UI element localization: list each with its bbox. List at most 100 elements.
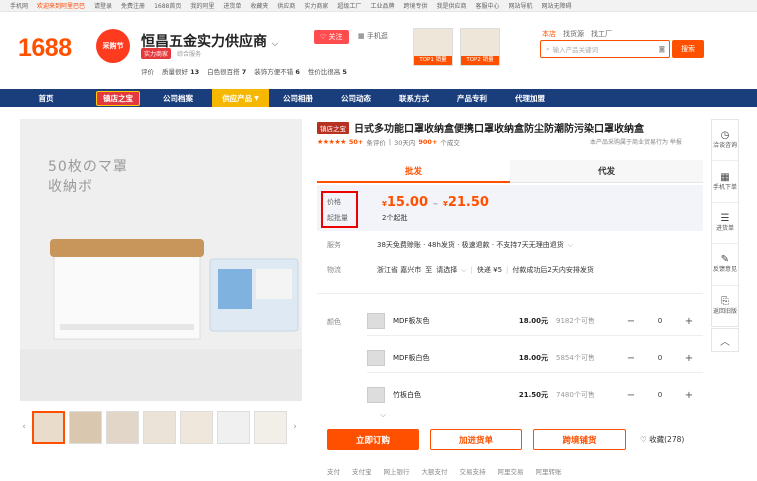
topbar-link[interactable]: 进货单: [223, 1, 241, 10]
shop-service[interactable]: 综合服务: [177, 49, 201, 58]
follow-button[interactable]: ♡ 关注: [314, 30, 349, 44]
topbar-link[interactable]: 网站导航: [509, 1, 533, 10]
topbar-link[interactable]: 1688首页: [154, 1, 181, 10]
camera-icon[interactable]: ◙: [659, 45, 665, 53]
nav-item-contact[interactable]: 联系方式: [385, 89, 443, 107]
topbar-link[interactable]: 我的阿里: [190, 1, 214, 10]
favorite-button[interactable]: ♡ 收藏(278): [640, 434, 684, 445]
sidebar-item-feedback[interactable]: ✎ 反馈意见: [712, 244, 738, 286]
search-input[interactable]: ⌕ 输入产品关键词 ◙: [540, 40, 670, 58]
thumbnail[interactable]: [32, 410, 65, 444]
report-link[interactable]: 本产品采购属于商业贸易行为 举报: [590, 137, 682, 146]
nav-item-profile[interactable]: 公司档案: [144, 89, 212, 107]
sidebar-item-cart[interactable]: ☰ 进货单: [712, 203, 738, 245]
topbar-link[interactable]: 我是供应商: [436, 1, 466, 10]
thumbnail[interactable]: [69, 410, 102, 444]
moq-value: 2个起批: [382, 214, 408, 222]
logistics-label: 物流: [327, 266, 341, 274]
quantity-input[interactable]: 0: [639, 317, 681, 325]
award-badge[interactable]: TOP1 销量: [413, 28, 453, 66]
minus-icon[interactable]: −: [623, 316, 639, 327]
plus-icon[interactable]: +: [681, 390, 697, 401]
logistics-row: 物流 浙江省 嘉兴市 至 请选择 ⌵ | 快递 ¥5 | 付款成功后2天内安排发…: [327, 265, 594, 275]
nav-item-agency[interactable]: 代理加盟: [501, 89, 559, 107]
topbar-link[interactable]: 超级工厂: [337, 1, 361, 10]
topbar-link[interactable]: 实力商家: [304, 1, 328, 10]
thumbnail[interactable]: [254, 410, 287, 444]
quantity-stepper: − 0 +: [623, 316, 697, 327]
search-tab[interactable]: 本店: [542, 29, 556, 39]
award-badge[interactable]: TOP2 销量: [460, 28, 500, 66]
topbar-link[interactable]: 收藏夹: [250, 1, 268, 10]
logistics-destination[interactable]: 请选择: [436, 265, 457, 275]
topbar-link[interactable]: 网站无障碍: [542, 1, 572, 10]
topbar-link[interactable]: 请登录: [94, 1, 112, 10]
thumbnail[interactable]: [106, 410, 139, 444]
nav-item-home[interactable]: 首页: [0, 89, 92, 107]
variant-name: MDF板白色: [393, 354, 430, 362]
thumbnail[interactable]: [143, 410, 176, 444]
festival-badge[interactable]: 采购节: [96, 29, 130, 63]
nav-item-treasure[interactable]: 镇店之宝: [96, 90, 140, 106]
service-value[interactable]: 38天免费赊账 · 48h发货 · 极速退款 · 不支持7天无理由退货: [377, 240, 564, 250]
variant-price: 21.50元: [518, 391, 548, 399]
sidebar-item-mobile-order[interactable]: ▦ 手机下单: [712, 161, 738, 203]
thumbnail[interactable]: [217, 410, 250, 444]
chevron-down-icon[interactable]: ⌵: [568, 241, 573, 250]
variant-thumbnail[interactable]: [367, 350, 385, 366]
shop-ratings: 评价 质量很好 13 白色很百搭 7 装饰方便不错 6 性价比很高 5: [141, 66, 347, 76]
site-logo[interactable]: 1688: [18, 34, 72, 63]
variant-name: 竹板白色: [393, 391, 421, 399]
thumbnail[interactable]: [180, 410, 213, 444]
buy-now-button[interactable]: 立即订购: [327, 429, 419, 450]
heart-icon: ♡: [320, 33, 327, 41]
topbar-link[interactable]: 手机网: [10, 1, 28, 10]
cross-border-button[interactable]: 跨境铺货: [533, 429, 626, 450]
main-product-image[interactable]: 50枚のマ罩 收納ボ: [20, 119, 302, 401]
quantity-input[interactable]: 0: [639, 391, 681, 399]
nav-item-news[interactable]: 公司动态: [327, 89, 385, 107]
product-meta: ★★★★★ 50+ 条评价 | 30天内 900+ 个成交: [317, 137, 460, 147]
sidebar-item-consult[interactable]: ◷ 洽谈咨询: [712, 120, 738, 162]
topbar-link[interactable]: 工业品牌: [370, 1, 394, 10]
nav-item-products[interactable]: 供应产品 ▼: [212, 89, 269, 107]
variant-thumbnail[interactable]: [367, 387, 385, 403]
color-label: 颜色: [327, 318, 341, 326]
minus-icon[interactable]: −: [623, 390, 639, 401]
review-label[interactable]: 条评价: [366, 137, 386, 147]
sidebar-item-old-version[interactable]: ⎘ 返回旧版: [712, 286, 738, 326]
chevron-right-icon[interactable]: ›: [291, 422, 299, 432]
nav-item-patent[interactable]: 产品专利: [443, 89, 501, 107]
product-title-row: 镇店之宝 日式多功能口罩收纳盒便携口罩收纳盒防尘防潮防污染口罩收纳盒: [317, 120, 644, 135]
tab-wholesale[interactable]: 批发: [317, 160, 510, 183]
variant-price: 18.00元: [518, 354, 548, 362]
topbar-link[interactable]: 客服中心: [475, 1, 499, 10]
divider: [367, 335, 703, 336]
topbar-link[interactable]: 供应商: [277, 1, 295, 10]
minus-icon[interactable]: −: [623, 353, 639, 364]
topbar-link[interactable]: 免费注册: [121, 1, 145, 10]
plus-icon[interactable]: +: [681, 316, 697, 327]
search-scope-tabs: 本店 找货源 找工厂: [542, 29, 612, 39]
chevron-left-icon[interactable]: ‹: [20, 422, 28, 432]
variant-name: MDF板灰色: [393, 317, 430, 325]
rating-item: 白色很百搭 7: [207, 68, 247, 76]
plus-icon[interactable]: +: [681, 353, 697, 364]
review-count[interactable]: 50+: [349, 138, 364, 146]
search-tab[interactable]: 找货源: [563, 29, 584, 39]
variant-thumbnail[interactable]: [367, 313, 385, 329]
topbar-link[interactable]: 欢迎来到阿里巴巴: [37, 1, 85, 10]
nav-item-album[interactable]: 公司相册: [269, 89, 327, 107]
mobile-link[interactable]: ▦ 手机逛: [358, 31, 388, 41]
back-to-top-icon[interactable]: ︿: [711, 328, 739, 352]
moq-label: 起批量: [327, 214, 348, 222]
add-to-cart-button[interactable]: 加进货单: [430, 429, 522, 450]
chevron-down-icon[interactable]: ⌵: [461, 266, 466, 275]
topbar-link[interactable]: 跨境专供: [403, 1, 427, 10]
chevron-down-icon: ⌵: [271, 39, 278, 48]
quantity-input[interactable]: 0: [639, 354, 681, 362]
search-button[interactable]: 搜索: [672, 40, 704, 58]
search-tab[interactable]: 找工厂: [591, 29, 612, 39]
expand-more-icon[interactable]: ⌵: [380, 410, 386, 420]
tab-dropship[interactable]: 代发: [510, 160, 703, 183]
